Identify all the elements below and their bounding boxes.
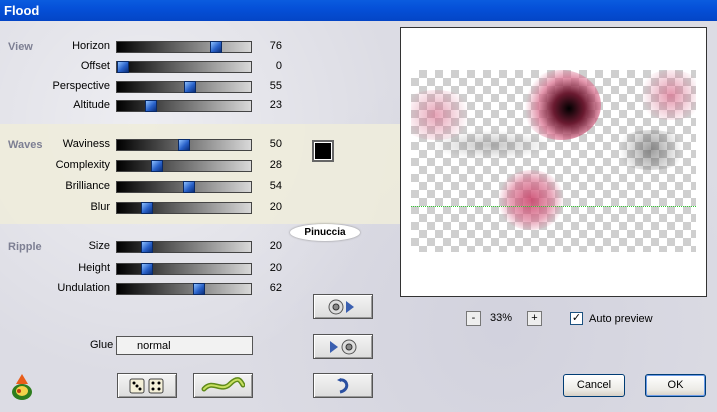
slider-value[interactable]: 23 — [262, 99, 282, 111]
slider-track[interactable] — [116, 160, 252, 172]
preview-blob — [431, 130, 551, 160]
slider-size[interactable]: Size 20 — [0, 239, 300, 255]
zoom-value: 33% — [490, 312, 513, 324]
preview-image[interactable] — [411, 70, 696, 252]
slider-track[interactable] — [116, 241, 252, 253]
slider-altitude[interactable]: Altitude 23 — [0, 98, 300, 114]
slider-height[interactable]: Height 20 — [0, 261, 300, 277]
slider-value[interactable]: 54 — [262, 180, 282, 192]
slider-label: Brilliance — [65, 180, 110, 192]
slider-label: Height — [78, 262, 110, 274]
slider-track[interactable] — [116, 41, 252, 53]
auto-preview-label[interactable]: Auto preview — [589, 313, 653, 325]
slider-perspective[interactable]: Perspective 55 — [0, 79, 300, 95]
slider-thumb[interactable] — [184, 81, 197, 93]
slider-label: Waviness — [62, 138, 110, 150]
slider-horizon[interactable]: Horizon 76 — [0, 39, 300, 55]
slider-value[interactable]: 55 — [262, 80, 282, 92]
randomize-button[interactable] — [117, 373, 177, 398]
auto-preview-checkbox[interactable]: ✓ — [570, 312, 583, 325]
slider-track[interactable] — [116, 181, 252, 193]
slider-thumb[interactable] — [151, 160, 164, 172]
slider-offset[interactable]: Offset 0 — [0, 59, 300, 75]
slider-thumb[interactable] — [182, 181, 195, 193]
load-preset-button[interactable] — [313, 334, 373, 359]
zoom-out-button[interactable]: - — [466, 311, 481, 326]
save-preset-button[interactable] — [313, 294, 373, 319]
cancel-button[interactable]: Cancel — [563, 374, 625, 397]
horizon-guide — [411, 206, 696, 207]
slider-track[interactable] — [116, 100, 252, 112]
arrow-disk-icon — [330, 339, 357, 354]
author-badge: Pinuccia — [290, 224, 360, 241]
app-logo-icon — [12, 374, 32, 400]
slider-value[interactable]: 20 — [262, 240, 282, 252]
wave-button[interactable] — [193, 373, 253, 398]
slider-blur[interactable]: Blur 20 — [0, 200, 300, 216]
reset-button[interactable] — [313, 373, 373, 398]
slider-thumb[interactable] — [145, 100, 158, 112]
slider-track[interactable] — [116, 202, 252, 214]
preview-panel — [400, 27, 707, 297]
preview-blob — [521, 70, 601, 140]
slider-thumb[interactable] — [141, 202, 154, 214]
slider-waviness[interactable]: Waviness 50 — [0, 137, 300, 153]
slider-thumb[interactable] — [192, 283, 205, 295]
slider-value[interactable]: 20 — [262, 201, 282, 213]
slider-value[interactable]: 50 — [262, 138, 282, 150]
disk-arrow-icon — [328, 299, 354, 314]
preview-blob — [496, 170, 566, 230]
preview-blob — [611, 130, 691, 170]
slider-thumb[interactable] — [117, 61, 129, 73]
slider-track[interactable] — [116, 139, 252, 151]
undo-icon — [337, 377, 349, 393]
zoom-in-button[interactable]: + — [527, 311, 542, 326]
slider-label: Offset — [80, 60, 110, 72]
wave-icon — [201, 376, 245, 391]
slider-label: Altitude — [73, 99, 110, 111]
slider-value[interactable]: 62 — [262, 282, 282, 294]
slider-track[interactable] — [116, 283, 252, 295]
slider-undulation[interactable]: Undulation 62 — [0, 281, 300, 297]
slider-thumb[interactable] — [209, 41, 222, 53]
slider-thumb[interactable] — [141, 263, 154, 275]
glue-label: Glue — [90, 339, 114, 351]
slider-label: Blur — [90, 201, 110, 213]
glue-select[interactable]: normal — [116, 336, 253, 355]
dice-icon — [129, 378, 164, 393]
slider-track[interactable] — [116, 61, 252, 73]
slider-thumb[interactable] — [141, 241, 154, 253]
slider-label: Horizon — [72, 40, 110, 52]
slider-complexity[interactable]: Complexity 28 — [0, 158, 300, 174]
slider-track[interactable] — [116, 81, 252, 93]
slider-label: Perspective — [52, 80, 110, 92]
slider-thumb[interactable] — [178, 139, 190, 151]
ok-button[interactable]: OK — [645, 374, 706, 397]
window-title: Flood — [0, 0, 717, 21]
slider-value[interactable]: 28 — [262, 159, 282, 171]
preview-blob — [636, 70, 696, 120]
slider-label: Undulation — [57, 282, 110, 294]
slider-label: Complexity — [55, 159, 110, 171]
slider-value[interactable]: 0 — [262, 60, 282, 72]
slider-label: Size — [88, 240, 110, 252]
slider-brilliance[interactable]: Brilliance 54 — [0, 179, 300, 195]
slider-track[interactable] — [116, 263, 252, 275]
slider-value[interactable]: 20 — [262, 262, 282, 274]
wave-color-swatch[interactable] — [312, 140, 334, 162]
slider-value[interactable]: 76 — [262, 40, 282, 52]
